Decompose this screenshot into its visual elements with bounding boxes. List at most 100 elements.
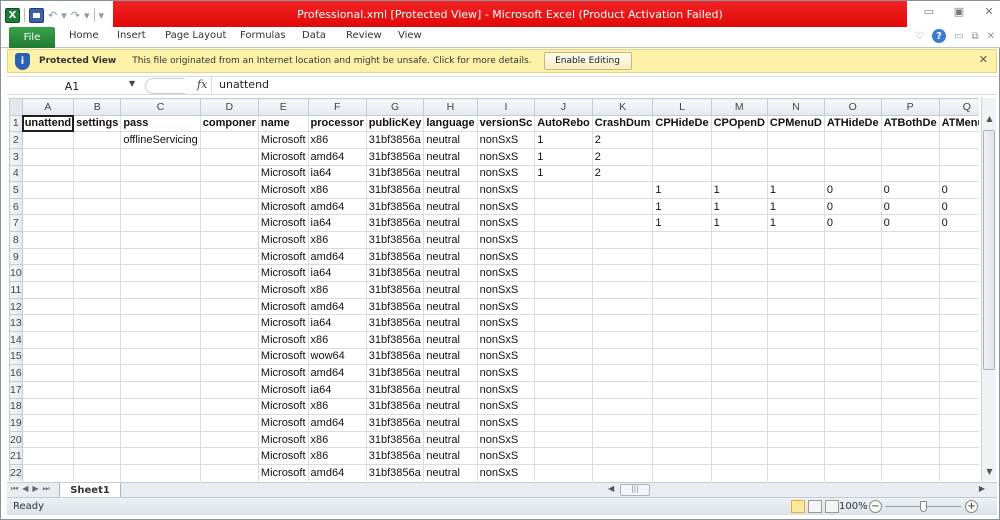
cell[interactable] [21,131,75,149]
cell[interactable] [534,281,593,299]
cell[interactable]: x86 [307,330,367,349]
cell[interactable] [880,430,940,449]
cell[interactable] [120,214,201,233]
cell[interactable] [823,330,882,349]
cell[interactable] [120,414,201,432]
cell[interactable] [938,330,979,349]
cell[interactable]: x86 [307,231,367,249]
cell[interactable] [710,430,768,449]
cell[interactable] [591,264,654,283]
row-header[interactable]: 11 [9,281,23,299]
row-header[interactable]: 15 [9,347,23,366]
cell[interactable]: 31bf3856a [365,131,425,149]
cell[interactable]: nonSxS [476,264,536,283]
cell[interactable] [591,297,654,316]
cell[interactable] [591,314,654,332]
cell[interactable]: neutral [423,181,478,199]
cell[interactable] [534,380,593,399]
enable-editing-button[interactable]: Enable Editing [543,52,632,70]
cell[interactable] [652,347,712,366]
minimize-workbook-icon[interactable]: ▭ [954,31,963,42]
cell[interactable] [120,147,201,166]
scroll-up-icon[interactable]: ▲ [982,114,997,128]
cell[interactable]: neutral [423,147,478,166]
close-icon[interactable]: ✕ [981,5,997,18]
cell[interactable] [766,347,825,366]
cell[interactable] [710,297,768,316]
cell[interactable] [591,464,654,481]
cell[interactable] [823,347,882,366]
cell[interactable] [766,164,825,183]
cell[interactable]: ATBothDe [880,114,940,133]
cell[interactable]: 31bf3856a [365,147,425,166]
zoom-level[interactable]: 100% [839,501,868,512]
cell[interactable]: neutral [423,264,478,283]
cell[interactable] [534,247,593,266]
cell[interactable]: nonSxS [476,197,536,216]
cell[interactable] [652,297,712,316]
horizontal-scroll-thumb[interactable]: ||| [620,484,650,496]
cell[interactable]: nonSxS [476,430,536,449]
cell[interactable] [21,347,75,366]
cell[interactable]: CPHideDe [652,114,712,133]
tab-page-layout[interactable]: Page Layout [165,30,226,41]
row-header[interactable]: 10 [9,264,23,283]
zoom-slider-thumb[interactable] [920,501,927,512]
cell[interactable] [880,364,940,382]
cell[interactable] [199,364,259,382]
cell[interactable]: nonSxS [476,231,536,249]
cell[interactable]: ia64 [307,380,367,399]
row-header[interactable]: 2 [9,131,23,149]
cell[interactable]: amd64 [307,414,367,432]
cell[interactable] [199,347,259,366]
cell[interactable]: Microsoft [257,214,309,233]
row-header[interactable]: 3 [9,147,23,166]
cell[interactable] [73,231,122,249]
normal-view-icon[interactable] [791,500,805,513]
cell[interactable] [823,447,882,466]
tab-data[interactable]: Data [302,30,326,41]
cell[interactable] [120,397,201,416]
cell[interactable] [652,330,712,349]
cell[interactable] [880,131,940,149]
cell[interactable] [21,314,75,332]
cell[interactable] [652,147,712,166]
cell[interactable] [534,197,593,216]
cell[interactable] [938,430,979,449]
cell[interactable] [199,231,259,249]
row-header[interactable]: 21 [9,447,23,466]
cell[interactable] [880,447,940,466]
cell[interactable] [120,347,201,366]
cell[interactable] [199,447,259,466]
cell[interactable] [710,314,768,332]
cell[interactable] [652,447,712,466]
cell[interactable] [21,247,75,266]
cell[interactable]: Microsoft [257,330,309,349]
cell[interactable] [880,281,940,299]
cell[interactable]: neutral [423,314,478,332]
cell[interactable]: 1 [710,197,768,216]
cell[interactable]: 1 [534,147,593,166]
cell[interactable] [21,297,75,316]
cell[interactable] [766,430,825,449]
cell[interactable]: Microsoft [257,397,309,416]
column-header[interactable]: J [534,98,593,116]
cell[interactable]: neutral [423,214,478,233]
cell[interactable]: nonSxS [476,447,536,466]
cell[interactable]: componer [199,114,259,133]
cell[interactable]: x86 [307,131,367,149]
cell[interactable]: 31bf3856a [365,247,425,266]
cell[interactable] [652,264,712,283]
minimize-icon[interactable]: ▭ [921,5,937,18]
cell[interactable] [591,231,654,249]
cell[interactable] [591,397,654,416]
cell[interactable] [21,147,75,166]
cell[interactable]: 1 [710,181,768,199]
cell[interactable]: CPMenuD [766,114,825,133]
cell[interactable] [73,430,122,449]
cell[interactable] [199,181,259,199]
cell[interactable]: 0 [880,181,940,199]
tab-view[interactable]: View [398,30,422,41]
cell[interactable]: AutoRebo [534,114,593,133]
cell[interactable]: 31bf3856a [365,164,425,183]
